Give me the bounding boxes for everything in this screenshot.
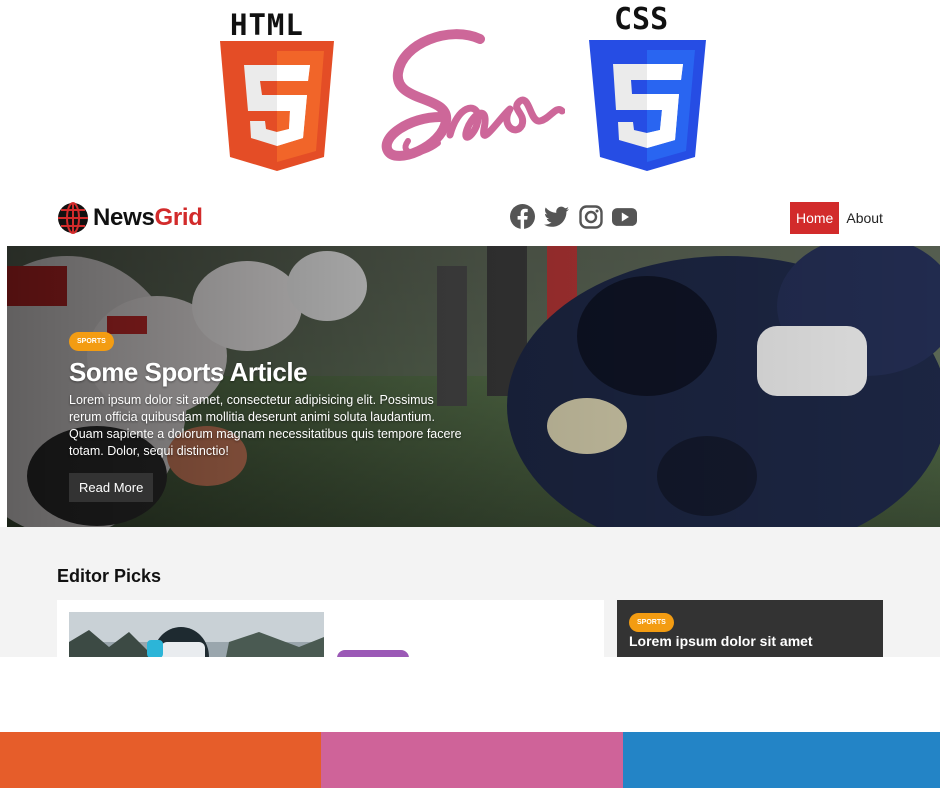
side-pick-card[interactable]: SPORTS Lorem ipsum dolor sit amet — [617, 600, 883, 657]
hero-banner: SPORTS Some Sports Article Lorem ipsum d… — [7, 246, 940, 527]
category-badge[interactable]: SPORTS — [629, 613, 674, 632]
css-label: CSS — [614, 2, 669, 37]
css3-shield-icon — [589, 40, 706, 171]
css-color-block — [623, 732, 940, 788]
nav-home[interactable]: Home — [790, 202, 840, 234]
brand-logo[interactable]: NewsGrid — [57, 202, 203, 234]
category-badge[interactable]: SPORTS — [69, 332, 114, 351]
card-title[interactable]: Lorem ipsum dolor sit amet — [629, 633, 813, 649]
hero-excerpt: Lorem ipsum dolor sit amet, consectetur … — [69, 393, 462, 458]
html-color-block — [0, 732, 321, 788]
social-links — [510, 204, 637, 229]
brand-name: NewsGrid — [93, 204, 203, 231]
facebook-icon[interactable] — [510, 204, 535, 229]
color-strip — [0, 732, 940, 788]
category-badge[interactable] — [337, 650, 409, 657]
instagram-icon[interactable] — [578, 204, 603, 229]
technology-logos: HTML CSS — [0, 0, 940, 185]
globe-icon — [58, 202, 88, 234]
youtube-icon[interactable] — [612, 204, 637, 229]
main-nav: Home About — [790, 202, 889, 234]
hero-title[interactable]: Some Sports Article — [69, 357, 469, 388]
sass-color-block — [321, 732, 623, 788]
sass-logo-icon — [381, 29, 565, 161]
hero-content: SPORTS Some Sports Article Lorem ipsum d… — [69, 330, 469, 502]
section-title: Editor Picks — [57, 566, 162, 586]
read-more-button[interactable]: Read More — [69, 473, 154, 502]
html5-shield-icon — [220, 41, 334, 171]
twitter-icon[interactable] — [544, 204, 569, 229]
card-image — [69, 612, 324, 657]
nav-about[interactable]: About — [839, 202, 889, 234]
html-label: HTML — [230, 8, 304, 42]
site-header: NewsGrid Home About — [0, 190, 940, 246]
featured-pick-card[interactable] — [57, 600, 604, 657]
editor-picks-section: Editor Picks SPORTS Lorem ipsum dolor si… — [0, 527, 940, 657]
